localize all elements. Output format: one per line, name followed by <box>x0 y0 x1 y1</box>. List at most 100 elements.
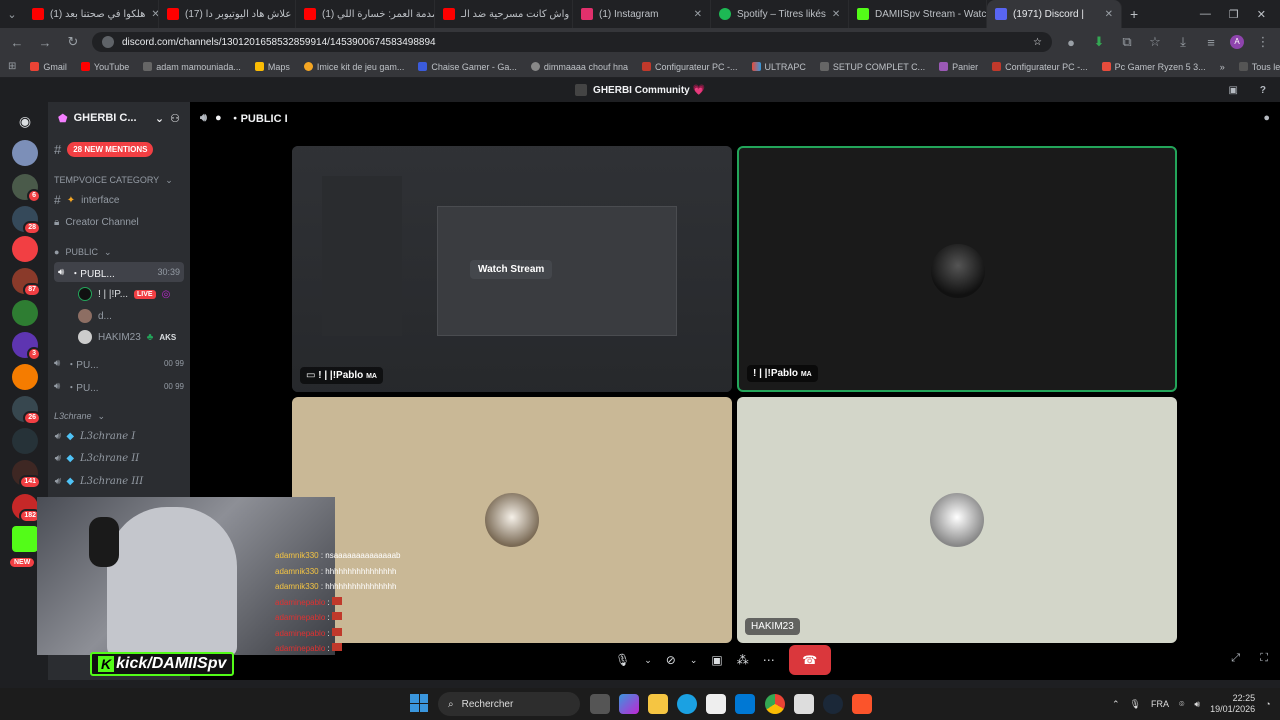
bookmarks-overflow[interactable]: » <box>1220 62 1225 72</box>
voice-member[interactable]: d... <box>54 306 184 326</box>
channel-creator[interactable]: 🔒︎ Creator Channel <box>54 212 184 232</box>
discord-home-icon[interactable]: ◉ <box>12 108 38 134</box>
server-icon[interactable] <box>12 364 38 390</box>
bookmark-item[interactable]: Pc Gamer Ryzen 5 3... <box>1101 62 1206 72</box>
channel-public-active[interactable]: 🔊︎ ・PUBL... 30:39 <box>54 262 184 282</box>
close-icon[interactable]: ✕ <box>151 9 158 20</box>
bookmark-item[interactable]: Imice kit de jeu gam... <box>303 62 404 72</box>
start-button[interactable] <box>410 694 428 712</box>
language-indicator[interactable]: FRA <box>1151 699 1169 709</box>
activities-icon[interactable]: ⁂ <box>737 653 749 667</box>
browser-tab-active[interactable]: (1971) Discord | ✕ <box>987 0 1122 28</box>
forward-icon[interactable]: → <box>36 35 54 50</box>
close-icon[interactable]: ✕ <box>832 9 840 20</box>
bookmark-item[interactable]: Maps <box>254 62 290 72</box>
bookmark-item[interactable]: SETUP COMPLET C... <box>819 62 925 72</box>
favorites-icon[interactable]: ☆ <box>1146 34 1164 50</box>
browser-tab[interactable]: (1) صدمة العمر: خسارة اللي✕ <box>296 0 435 28</box>
app-icon[interactable] <box>794 694 814 714</box>
extension-icon[interactable]: ● <box>1062 35 1080 50</box>
chevron-down-icon[interactable]: ⌄ <box>644 655 652 666</box>
back-icon[interactable]: ← <box>8 35 26 50</box>
downloads-icon[interactable]: ⤓ <box>1174 34 1192 50</box>
media-icon[interactable]: ≡ <box>1202 35 1220 50</box>
browser-tab[interactable]: Spotify – Titres likés ✕ <box>711 0 849 28</box>
download-icon[interactable]: ⬇ <box>1090 34 1108 50</box>
fullscreen-icon[interactable]: ⛶ <box>1260 652 1268 665</box>
bookmark-item[interactable]: ULTRAPC <box>751 62 806 72</box>
server-header[interactable]: ⬟ GHERBI C... ⌄ ⚇ <box>48 102 190 134</box>
participant-tile[interactable]: HAKIM23 <box>737 397 1177 643</box>
close-window-icon[interactable]: ✕ <box>1257 8 1266 21</box>
bookmark-item[interactable]: YouTube <box>80 62 129 72</box>
profile-avatar[interactable]: A <box>1230 35 1244 49</box>
new-mentions-pill[interactable]: 28 NEW MENTIONS <box>67 141 154 157</box>
tab-search-icon[interactable]: ⌄ <box>0 8 24 21</box>
volume-icon[interactable]: 🔊︎ <box>1194 699 1200 710</box>
channel-interface[interactable]: # ✦ interface <box>54 190 184 210</box>
url-field[interactable]: discord.com/channels/1301201658532859914… <box>92 32 1052 52</box>
browser-tab[interactable]: (1) هلكوا في صحتنا بعد ✕ <box>24 0 159 28</box>
browser-tab[interactable]: DAMIISpv Stream - Watc✕ <box>849 0 987 28</box>
add-user-icon[interactable]: ⚇ <box>170 112 180 125</box>
screen-share-icon[interactable]: ▣ <box>711 653 722 667</box>
apps-grid-icon[interactable]: ⊞ <box>8 61 16 72</box>
server-icon[interactable]: 26 <box>12 396 41 425</box>
server-icon[interactable]: 182 <box>12 494 41 523</box>
category-tempvoice[interactable]: TEMPVOICE CATEGORY ⌄ <box>54 170 184 190</box>
hang-up-button[interactable]: ☎︎ <box>788 645 831 675</box>
server-icon[interactable] <box>12 300 38 326</box>
extensions-puzzle-icon[interactable]: ⧉ <box>1118 34 1136 50</box>
file-explorer-icon[interactable] <box>648 694 668 714</box>
site-info-icon[interactable] <box>102 36 114 48</box>
chevron-down-icon[interactable]: ⌄ <box>690 655 698 666</box>
server-icon[interactable]: 28 <box>12 206 41 235</box>
microphone-icon[interactable]: 🎙︎ <box>615 653 630 667</box>
channel-public[interactable]: 🔊︎ ・PU... 00 99 <box>54 353 184 373</box>
browser-tab[interactable]: (1) Instagram ✕ <box>573 0 711 28</box>
menu-icon[interactable]: ⋮ <box>1254 34 1272 50</box>
minimize-icon[interactable]: — <box>1200 8 1211 21</box>
server-icon[interactable] <box>12 140 38 166</box>
channel-l3chrane[interactable]: 🔊︎ ◆ L3chrane II <box>54 448 184 468</box>
more-options-icon[interactable]: ⋯ <box>763 653 775 667</box>
edge-icon[interactable] <box>677 694 697 714</box>
server-icon[interactable]: 6 <box>12 174 41 203</box>
server-icon[interactable]: 87 <box>12 268 41 297</box>
copilot-icon[interactable] <box>619 694 639 714</box>
participant-tile-speaking[interactable]: ! | |!Pablo MA <box>737 146 1177 392</box>
server-icon[interactable]: 141 <box>12 460 41 489</box>
inbox-icon[interactable]: ▣ <box>1229 85 1238 96</box>
microphone-icon[interactable]: 🎙︎ <box>1130 699 1141 710</box>
close-icon[interactable]: ✕ <box>1105 9 1113 20</box>
bookmark-item[interactable]: Configurateur PC -... <box>641 62 738 72</box>
channel-public[interactable]: 🔊︎ ・PU... 00 99 <box>54 376 184 396</box>
channel-l3chrane[interactable]: 🔊︎ ◆ L3chrane III <box>54 471 184 491</box>
chrome-icon[interactable] <box>765 694 785 714</box>
bookmark-item[interactable]: Configurateur PC -... <box>992 62 1088 72</box>
task-view-icon[interactable] <box>590 694 610 714</box>
mail-icon[interactable] <box>735 694 755 714</box>
server-icon[interactable] <box>12 236 38 262</box>
all-favorites[interactable]: Tous les favoris <box>1238 62 1280 72</box>
brave-icon[interactable] <box>852 694 872 714</box>
browser-tab[interactable]: واش كانت مسرحية ضد الـ✕ <box>435 0 573 28</box>
reload-icon[interactable]: ↻ <box>64 34 82 50</box>
popout-icon[interactable]: ⤢ <box>1231 652 1240 665</box>
close-icon[interactable]: ✕ <box>694 9 702 20</box>
camera-off-icon[interactable]: ⊘ <box>666 653 676 667</box>
notification-icon[interactable]: ◔ <box>1265 699 1270 709</box>
bookmark-item[interactable]: Gmail <box>30 62 67 72</box>
server-icon[interactable]: 3 <box>12 332 41 361</box>
watch-stream-button[interactable]: Watch Stream <box>470 260 553 279</box>
new-tab-icon[interactable]: + <box>1130 6 1138 22</box>
bookmark-item[interactable]: adam mamouniada... <box>143 62 241 72</box>
steam-icon[interactable] <box>823 694 843 714</box>
kick-server-icon[interactable] <box>12 526 38 552</box>
category-l3chrane[interactable]: L3chrane ⌄ <box>54 406 184 426</box>
bookmark-item[interactable]: Chaise Gamer - Ga... <box>418 62 517 72</box>
mentions-row[interactable]: # 28 NEW MENTIONS <box>54 139 184 159</box>
bookmark-item[interactable]: dimmaaaa chouf hna <box>530 62 628 72</box>
help-icon[interactable]: ? <box>1260 85 1266 96</box>
chevron-up-icon[interactable]: ⌃ <box>1112 699 1120 710</box>
